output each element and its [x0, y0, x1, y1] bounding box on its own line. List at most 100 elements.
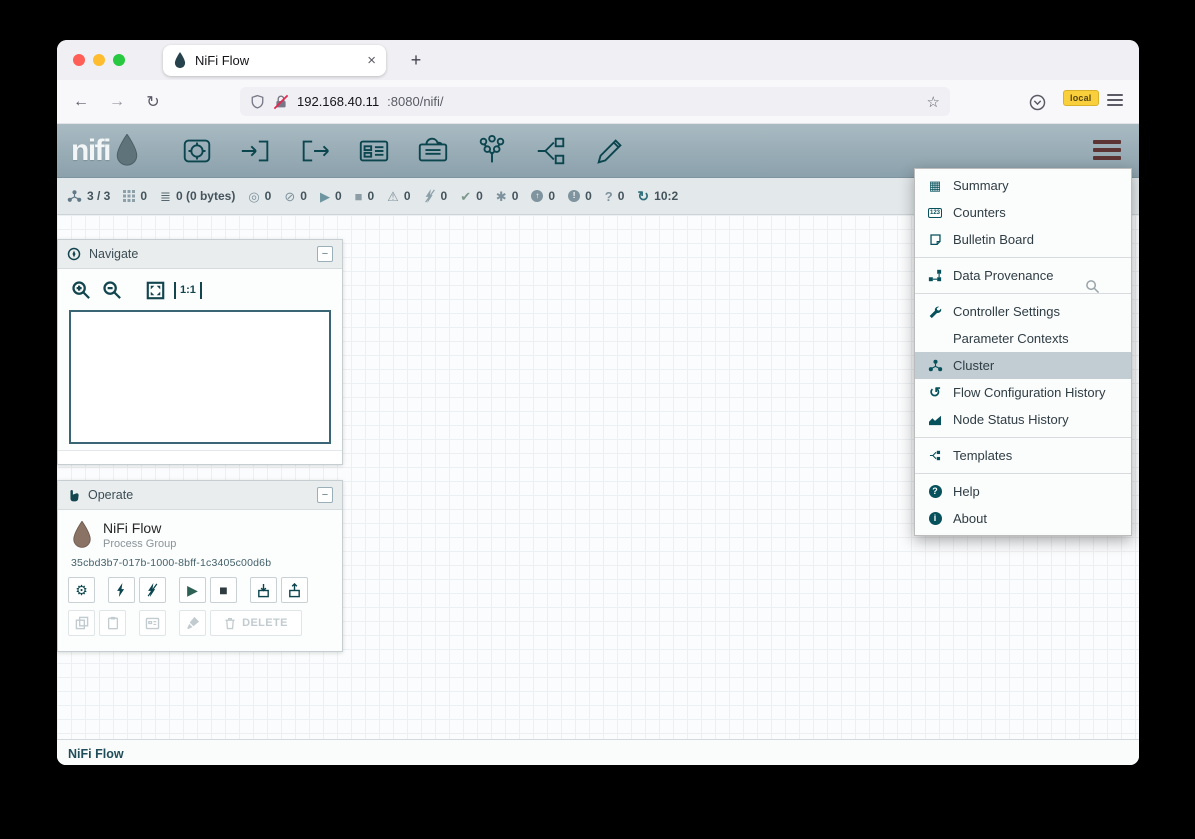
- queued-status: ≣ 0 (0 bytes): [160, 189, 235, 203]
- active-threads-status: 0: [123, 189, 147, 203]
- sync-failure-icon: ?: [605, 190, 613, 203]
- minimize-window-button[interactable]: [93, 54, 105, 66]
- compass-icon: [67, 247, 81, 261]
- nifi-logo-text: nifi: [71, 134, 110, 168]
- stopped-status: ■ 0: [355, 189, 375, 203]
- copy-button[interactable]: [68, 610, 95, 636]
- menu-item-summary[interactable]: ▦ Summary: [915, 172, 1131, 199]
- reload-button[interactable]: ↻: [139, 88, 167, 116]
- active-threads-icon: [123, 190, 135, 202]
- group-button[interactable]: [139, 610, 166, 636]
- operate-palette: Operate − NiFi Flow Process Group 35cbd3…: [57, 480, 343, 652]
- tracking-shield-icon[interactable]: [250, 94, 265, 110]
- menu-item-node-status-history[interactable]: Node Status History: [915, 406, 1131, 433]
- menu-item-templates[interactable]: Templates: [915, 442, 1131, 469]
- bookmark-star-icon[interactable]: ☆: [927, 93, 940, 111]
- pocket-icon[interactable]: [1023, 88, 1051, 116]
- selected-component-type: Process Group: [103, 538, 176, 550]
- nifi-logo: nifi: [71, 134, 140, 168]
- up-to-date-status: ✔ 0: [460, 189, 483, 203]
- menu-divider: [915, 437, 1131, 438]
- insecure-lock-icon[interactable]: [273, 94, 289, 110]
- zoom-actual-size-button[interactable]: 1:1: [174, 282, 202, 299]
- output-port-icon[interactable]: [298, 134, 332, 168]
- cluster-icon: [67, 189, 82, 203]
- forward-button[interactable]: →: [103, 88, 131, 116]
- selected-component-name: NiFi Flow: [103, 520, 176, 536]
- process-group-icon[interactable]: [357, 134, 391, 168]
- label-icon[interactable]: [593, 134, 627, 168]
- input-port-icon[interactable]: [239, 134, 273, 168]
- menu-item-help[interactable]: ? Help: [915, 478, 1131, 505]
- tab-close-icon[interactable]: ×: [367, 53, 376, 68]
- browser-tab[interactable]: NiFi Flow ×: [163, 45, 386, 76]
- disable-button[interactable]: [139, 577, 166, 603]
- wrench-icon: [926, 305, 944, 319]
- template-icon: [926, 449, 944, 462]
- sync-failure-status: ? 0: [605, 189, 625, 203]
- collapse-operate-button[interactable]: −: [317, 487, 333, 503]
- zoom-window-button[interactable]: [113, 54, 125, 66]
- browser-navbar: ← → ↻ 192.168.40.11:8080/nifi/ ☆ local: [57, 80, 1139, 124]
- menu-item-counters[interactable]: 123 Counters: [915, 199, 1131, 226]
- funnel-icon[interactable]: [475, 134, 509, 168]
- navigate-palette: Navigate − 1:1: [57, 239, 343, 465]
- cluster-icon: [926, 359, 944, 372]
- new-tab-button[interactable]: +: [404, 48, 428, 72]
- back-button[interactable]: ←: [67, 88, 95, 116]
- menu-item-cluster[interactable]: Cluster: [915, 352, 1131, 379]
- menu-item-parameter-contexts[interactable]: Parameter Contexts: [915, 325, 1131, 352]
- close-window-button[interactable]: [73, 54, 85, 66]
- about-icon: i: [926, 512, 944, 525]
- menu-item-bulletin-board[interactable]: Bulletin Board: [915, 226, 1131, 253]
- global-menu-icon[interactable]: [1093, 140, 1121, 160]
- create-template-button[interactable]: [281, 577, 308, 603]
- nifi-favicon-drop-icon: [173, 52, 187, 69]
- delete-button[interactable]: DELETE: [210, 610, 302, 636]
- window-controls: [73, 54, 125, 66]
- birdseye-minimap[interactable]: [69, 310, 331, 444]
- browser-menu-icon[interactable]: [1107, 94, 1123, 106]
- provenance-icon: [926, 269, 944, 282]
- menu-divider: [915, 257, 1131, 258]
- navigate-palette-header: Navigate −: [58, 240, 342, 269]
- menu-item-controller-settings[interactable]: Controller Settings: [915, 298, 1131, 325]
- breadcrumb[interactable]: NiFi Flow: [68, 747, 124, 761]
- search-icon[interactable]: [1085, 279, 1100, 299]
- processor-icon[interactable]: [180, 134, 214, 168]
- container-tab-badge[interactable]: local: [1063, 90, 1099, 106]
- configure-button[interactable]: ⚙: [68, 577, 95, 603]
- zoom-out-button[interactable]: [100, 278, 124, 302]
- import-template-button[interactable]: [250, 577, 277, 603]
- operate-title: Operate: [88, 488, 133, 502]
- running-status: ▶ 0: [320, 189, 342, 203]
- browser-tab-bar: NiFi Flow × +: [57, 40, 1139, 80]
- counters-icon: 123: [926, 208, 944, 218]
- tab-title: NiFi Flow: [195, 53, 359, 68]
- hand-icon: [67, 488, 80, 502]
- collapse-navigate-button[interactable]: −: [317, 246, 333, 262]
- color-brush-button[interactable]: [179, 610, 206, 636]
- address-bar[interactable]: 192.168.40.11:8080/nifi/ ☆: [240, 87, 950, 116]
- start-button[interactable]: ▶: [179, 577, 206, 603]
- enable-button[interactable]: [108, 577, 135, 603]
- zoom-in-button[interactable]: [69, 278, 93, 302]
- menu-item-flow-configuration-history[interactable]: ↺ Flow Configuration History: [915, 379, 1131, 406]
- refresh-status: ↻ 10:2: [637, 188, 678, 205]
- url-host: 192.168.40.11: [297, 94, 379, 109]
- chart-icon: [926, 414, 944, 426]
- template-icon[interactable]: [534, 134, 568, 168]
- operate-buttons-row-1: ⚙ ▶ ■: [58, 577, 342, 603]
- stale-icon: ↑: [531, 190, 543, 202]
- operate-buttons-row-2: DELETE: [58, 610, 342, 636]
- stop-button[interactable]: ■: [210, 577, 237, 603]
- zoom-fit-button[interactable]: [143, 278, 167, 302]
- remote-process-group-icon[interactable]: [416, 134, 450, 168]
- not-transmitting-icon: ⊘: [284, 190, 295, 203]
- trash-icon: [224, 617, 236, 630]
- transmitting-status: ◎ 0: [248, 189, 271, 203]
- refresh-icon[interactable]: ↻: [637, 188, 649, 205]
- paste-button[interactable]: [99, 610, 126, 636]
- menu-item-about[interactable]: i About: [915, 505, 1131, 532]
- last-refresh-time: 10:2: [654, 189, 678, 203]
